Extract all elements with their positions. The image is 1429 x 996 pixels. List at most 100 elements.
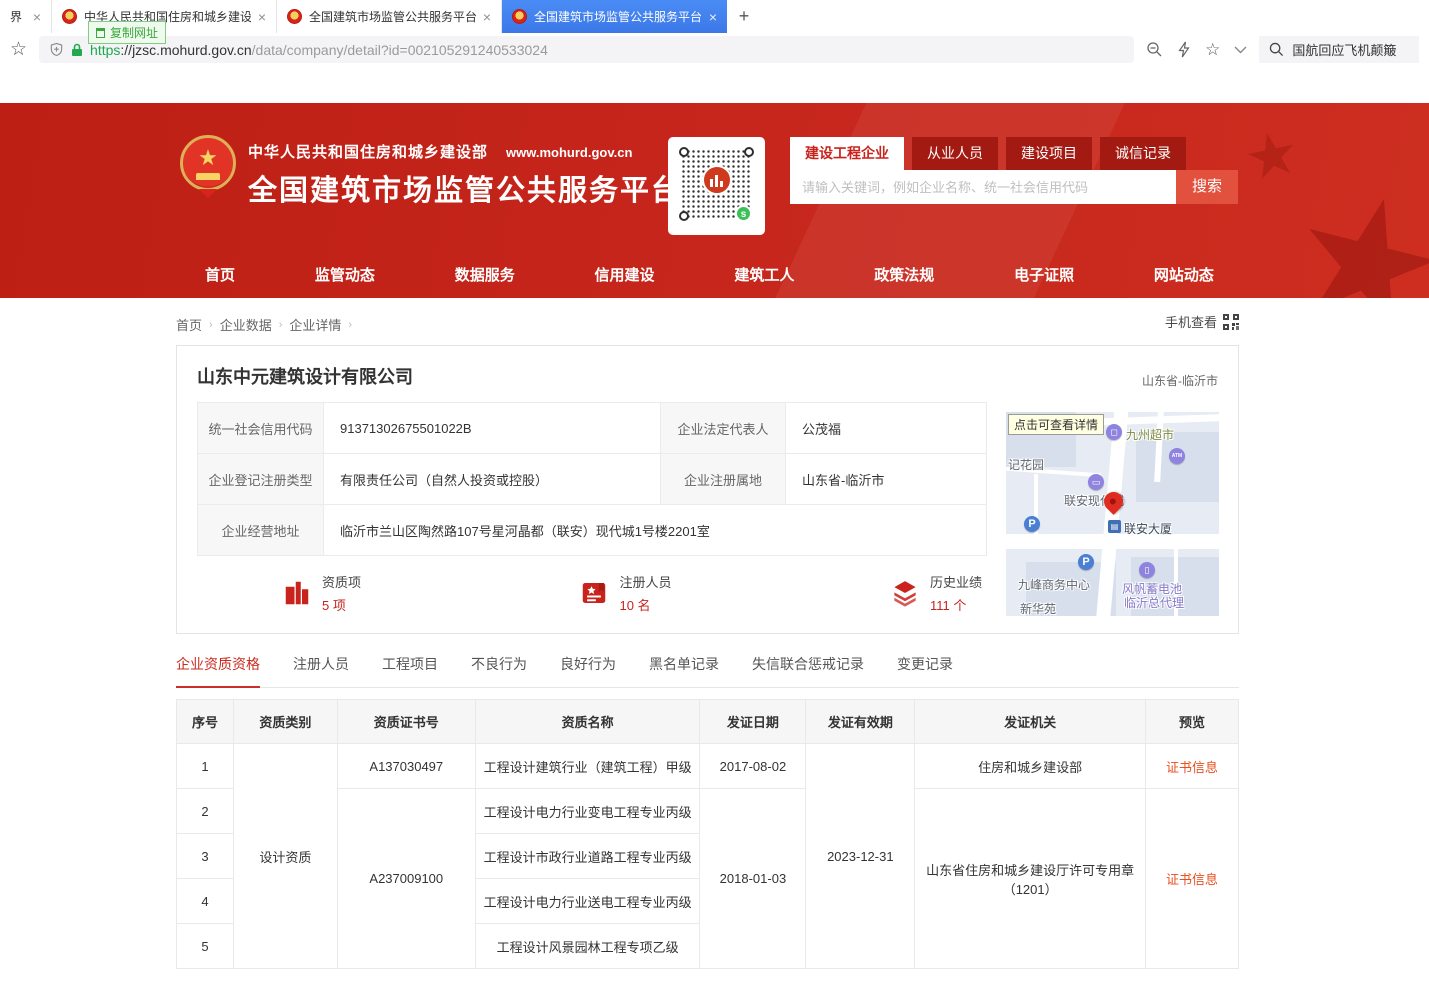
cell-seq: 4: [177, 879, 234, 924]
main-navigation: 首页 监管动态 数据服务 信用建设 建筑工人 政策法规 电子证照 网站动态: [205, 264, 1214, 285]
field-value-business-address: 临沂市兰山区陶然路107号星河晶都（联安）现代城1号楼2201室: [324, 505, 987, 556]
tab-close-icon[interactable]: ×: [258, 9, 266, 25]
page-top-gap: [0, 66, 1429, 103]
ministry-website: www.mohurd.gov.cn: [506, 145, 632, 160]
mobile-view-link[interactable]: 手机查看: [1165, 312, 1239, 331]
zoom-out-icon[interactable]: [1146, 41, 1163, 58]
new-tab-button[interactable]: +: [727, 0, 761, 33]
browser-tab-jzsc-1[interactable]: 全国建筑市场监管公共服务平台 ×: [277, 0, 502, 33]
location-map[interactable]: 点击可查看详情 ◻ 九州超市 ATM 记花园 ▭ 联安现代城 ▤ 联安大厦 P …: [1006, 412, 1219, 616]
search-tab-credit[interactable]: 诚信记录: [1100, 137, 1186, 170]
field-value-registration-region: 山东省-临沂市: [786, 454, 987, 505]
search-tab-project[interactable]: 建设项目: [1006, 137, 1092, 170]
tab-bad-behavior[interactable]: 不良行为: [471, 648, 527, 687]
cell-qualification-name: 工程设计风景园林工程专项乙级: [475, 924, 700, 969]
chevron-down-icon[interactable]: [1234, 46, 1247, 54]
certificate-icon: [579, 578, 609, 608]
shield-plus-icon[interactable]: [49, 42, 64, 57]
star-decor-icon: ★: [1239, 116, 1306, 196]
nav-home[interactable]: 首页: [205, 264, 235, 285]
tab-close-icon[interactable]: ×: [33, 9, 41, 25]
field-value-legal-rep: 公茂福: [786, 403, 987, 454]
search-button[interactable]: 搜索: [1176, 170, 1238, 204]
lightning-icon[interactable]: [1177, 41, 1191, 58]
cell-qualification-name: 工程设计电力行业送电工程专业丙级: [475, 879, 700, 924]
tab-change-records[interactable]: 变更记录: [897, 648, 953, 687]
map-label-xinhua: 新华苑: [1020, 600, 1056, 616]
browser-toolbar: ☆ https://jzsc.mohurd.gov.cn/data/compan…: [0, 33, 1429, 66]
nav-site-news[interactable]: 网站动态: [1154, 264, 1214, 285]
nav-e-license[interactable]: 电子证照: [1014, 264, 1074, 285]
search-category-tabs: 建设工程企业 从业人员 建设项目 诚信记录: [790, 137, 1238, 170]
supermarket-poi-icon: ◻: [1106, 424, 1122, 440]
breadcrumb-home[interactable]: 首页: [176, 315, 202, 334]
cell-seq: 5: [177, 924, 234, 969]
cell-preview: 证书信息: [1146, 744, 1239, 789]
table-header-row: 序号 资质类别 资质证书号 资质名称 发证日期 发证有效期 发证机关 预览: [177, 700, 1239, 744]
tab-close-icon[interactable]: ×: [709, 9, 717, 25]
qualification-table: 序号 资质类别 资质证书号 资质名称 发证日期 发证有效期 发证机关 预览 1 …: [176, 699, 1239, 969]
tab-registered-personnel[interactable]: 注册人员: [293, 648, 349, 687]
cell-preview: 证书信息: [1146, 789, 1239, 969]
cell-authority: 山东省住房和城乡建设厅许可专用章（1201）: [915, 789, 1146, 969]
map-label-garden: 记花园: [1008, 456, 1044, 473]
browser-tab-partial[interactable]: 界 ×: [0, 0, 52, 33]
cell-seq: 3: [177, 834, 234, 879]
nav-data-service[interactable]: 数据服务: [455, 264, 515, 285]
bookmark-star-icon[interactable]: ☆: [10, 40, 27, 59]
header-qr-code: s: [668, 137, 765, 235]
field-value-registration-type: 有限责任公司（自然人投资或控股）: [324, 454, 661, 505]
field-label: 企业注册属地: [661, 454, 786, 505]
certificate-info-link[interactable]: 证书信息: [1166, 872, 1218, 887]
nav-supervision[interactable]: 监管动态: [315, 264, 375, 285]
stat-registered-personnel[interactable]: 注册人员 10 名: [579, 572, 671, 614]
emblem-favicon-icon: [287, 9, 302, 24]
field-label: 统一社会信用代码: [198, 403, 324, 454]
field-label: 企业登记注册类型: [198, 454, 324, 505]
copy-icon: [96, 28, 105, 38]
breadcrumb-company-detail[interactable]: 企业详情: [289, 315, 341, 334]
emblem-favicon-icon: [62, 9, 77, 24]
building-poi-icon: ▭: [1088, 474, 1104, 490]
cell-qualification-name: 工程设计市政行业道路工程专业丙级: [475, 834, 700, 879]
cell-seq: 2: [177, 789, 234, 834]
tab-close-icon[interactable]: ×: [483, 9, 491, 25]
field-value-credit-code: 91371302675501022B: [324, 403, 661, 454]
breadcrumb-company-data[interactable]: 企业数据: [220, 315, 272, 334]
tab-projects[interactable]: 工程项目: [382, 648, 438, 687]
nav-credit[interactable]: 信用建设: [595, 264, 655, 285]
cell-validity: 2023-12-31: [806, 744, 915, 969]
wechat-miniprogram-icon: s: [735, 205, 752, 222]
cell-seq: 1: [177, 744, 234, 789]
building-icon: [282, 578, 312, 608]
field-label: 企业法定代表人: [661, 403, 786, 454]
nav-workers[interactable]: 建筑工人: [734, 264, 794, 285]
company-name: 山东中元建筑设计有限公司: [197, 363, 1218, 389]
tab-dishonesty[interactable]: 失信联合惩戒记录: [752, 648, 864, 687]
toolbar-icons: ☆: [1146, 41, 1247, 58]
tab-qualifications[interactable]: 企业资质资格: [176, 648, 260, 687]
header-search-module: 建设工程企业 从业人员 建设项目 诚信记录 搜索: [790, 137, 1238, 204]
stat-historical-projects[interactable]: 历史业绩 111 个: [890, 572, 982, 614]
search-tab-personnel[interactable]: 从业人员: [912, 137, 998, 170]
search-tab-enterprise[interactable]: 建设工程企业: [790, 137, 904, 170]
map-tooltip: 点击可查看详情: [1008, 414, 1104, 435]
map-road: [1006, 534, 1219, 549]
field-label: 企业经营地址: [198, 505, 324, 556]
site-header: ★ ★ 中华人民共和国住房和城乡建设部 www.mohurd.gov.cn 全国…: [0, 103, 1429, 298]
keyword-search-input[interactable]: [790, 170, 1176, 204]
qr-eye-icon: [679, 147, 689, 157]
qr-eye-icon: [744, 147, 754, 157]
nav-policy[interactable]: 政策法规: [874, 264, 934, 285]
qr-eye-icon: [679, 211, 689, 221]
address-bar[interactable]: https://jzsc.mohurd.gov.cn/data/company/…: [39, 36, 1134, 63]
tab-title: 全国建筑市场监管公共服务平台: [309, 8, 476, 25]
stat-qualifications[interactable]: 资质项 5 项: [282, 572, 361, 614]
browser-tab-jzsc-active[interactable]: 全国建筑市场监管公共服务平台 ×: [502, 0, 727, 33]
favorite-star-icon[interactable]: ☆: [1205, 41, 1220, 58]
tab-blacklist[interactable]: 黑名单记录: [649, 648, 719, 687]
certificate-info-link[interactable]: 证书信息: [1166, 760, 1218, 775]
copy-url-tooltip: 复制网址: [88, 21, 166, 44]
tab-good-behavior[interactable]: 良好行为: [560, 648, 616, 687]
browser-search-box[interactable]: 国航回应飞机颠簸: [1259, 36, 1419, 63]
